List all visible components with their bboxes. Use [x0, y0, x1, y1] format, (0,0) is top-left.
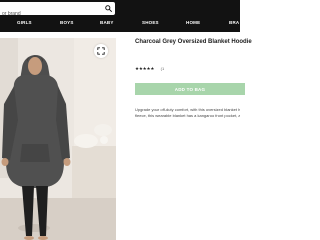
- description-line: fleece, this wearable blanket has a kang…: [135, 113, 240, 118]
- product-rating[interactable]: ★★★★★ (1: [135, 57, 164, 71]
- rating-stars: ★★★★★: [135, 66, 155, 71]
- product-photo: [0, 38, 116, 240]
- search-input[interactable]: [2, 7, 98, 21]
- nav-item-boys[interactable]: BOYS: [60, 20, 74, 25]
- nav-item-home[interactable]: HOME: [186, 20, 200, 25]
- product-title: Charcoal Grey Oversized Blanket Hoodie: [135, 39, 252, 45]
- top-navigation-bar: GIRLS BOYS BABY SHOES HOME BRA: [0, 0, 240, 32]
- nav-item-shoes[interactable]: SHOES: [142, 20, 159, 25]
- expand-image-button[interactable]: [94, 44, 108, 58]
- product-description: Upgrade your off-duty comfort, with this…: [135, 107, 240, 119]
- category-nav: GIRLS BOYS BABY SHOES HOME BRA: [0, 20, 240, 30]
- nav-item-baby[interactable]: BABY: [100, 20, 114, 25]
- nav-item-girls[interactable]: GIRLS: [17, 20, 32, 25]
- nav-item-bra[interactable]: BRA: [229, 20, 239, 25]
- rating-count: (1: [160, 66, 165, 71]
- search-icon[interactable]: [105, 5, 112, 12]
- add-to-bag-button[interactable]: ADD TO BAG: [135, 83, 245, 95]
- expand-icon: [97, 47, 105, 55]
- search-bar[interactable]: [0, 2, 115, 21]
- product-image[interactable]: [0, 38, 116, 240]
